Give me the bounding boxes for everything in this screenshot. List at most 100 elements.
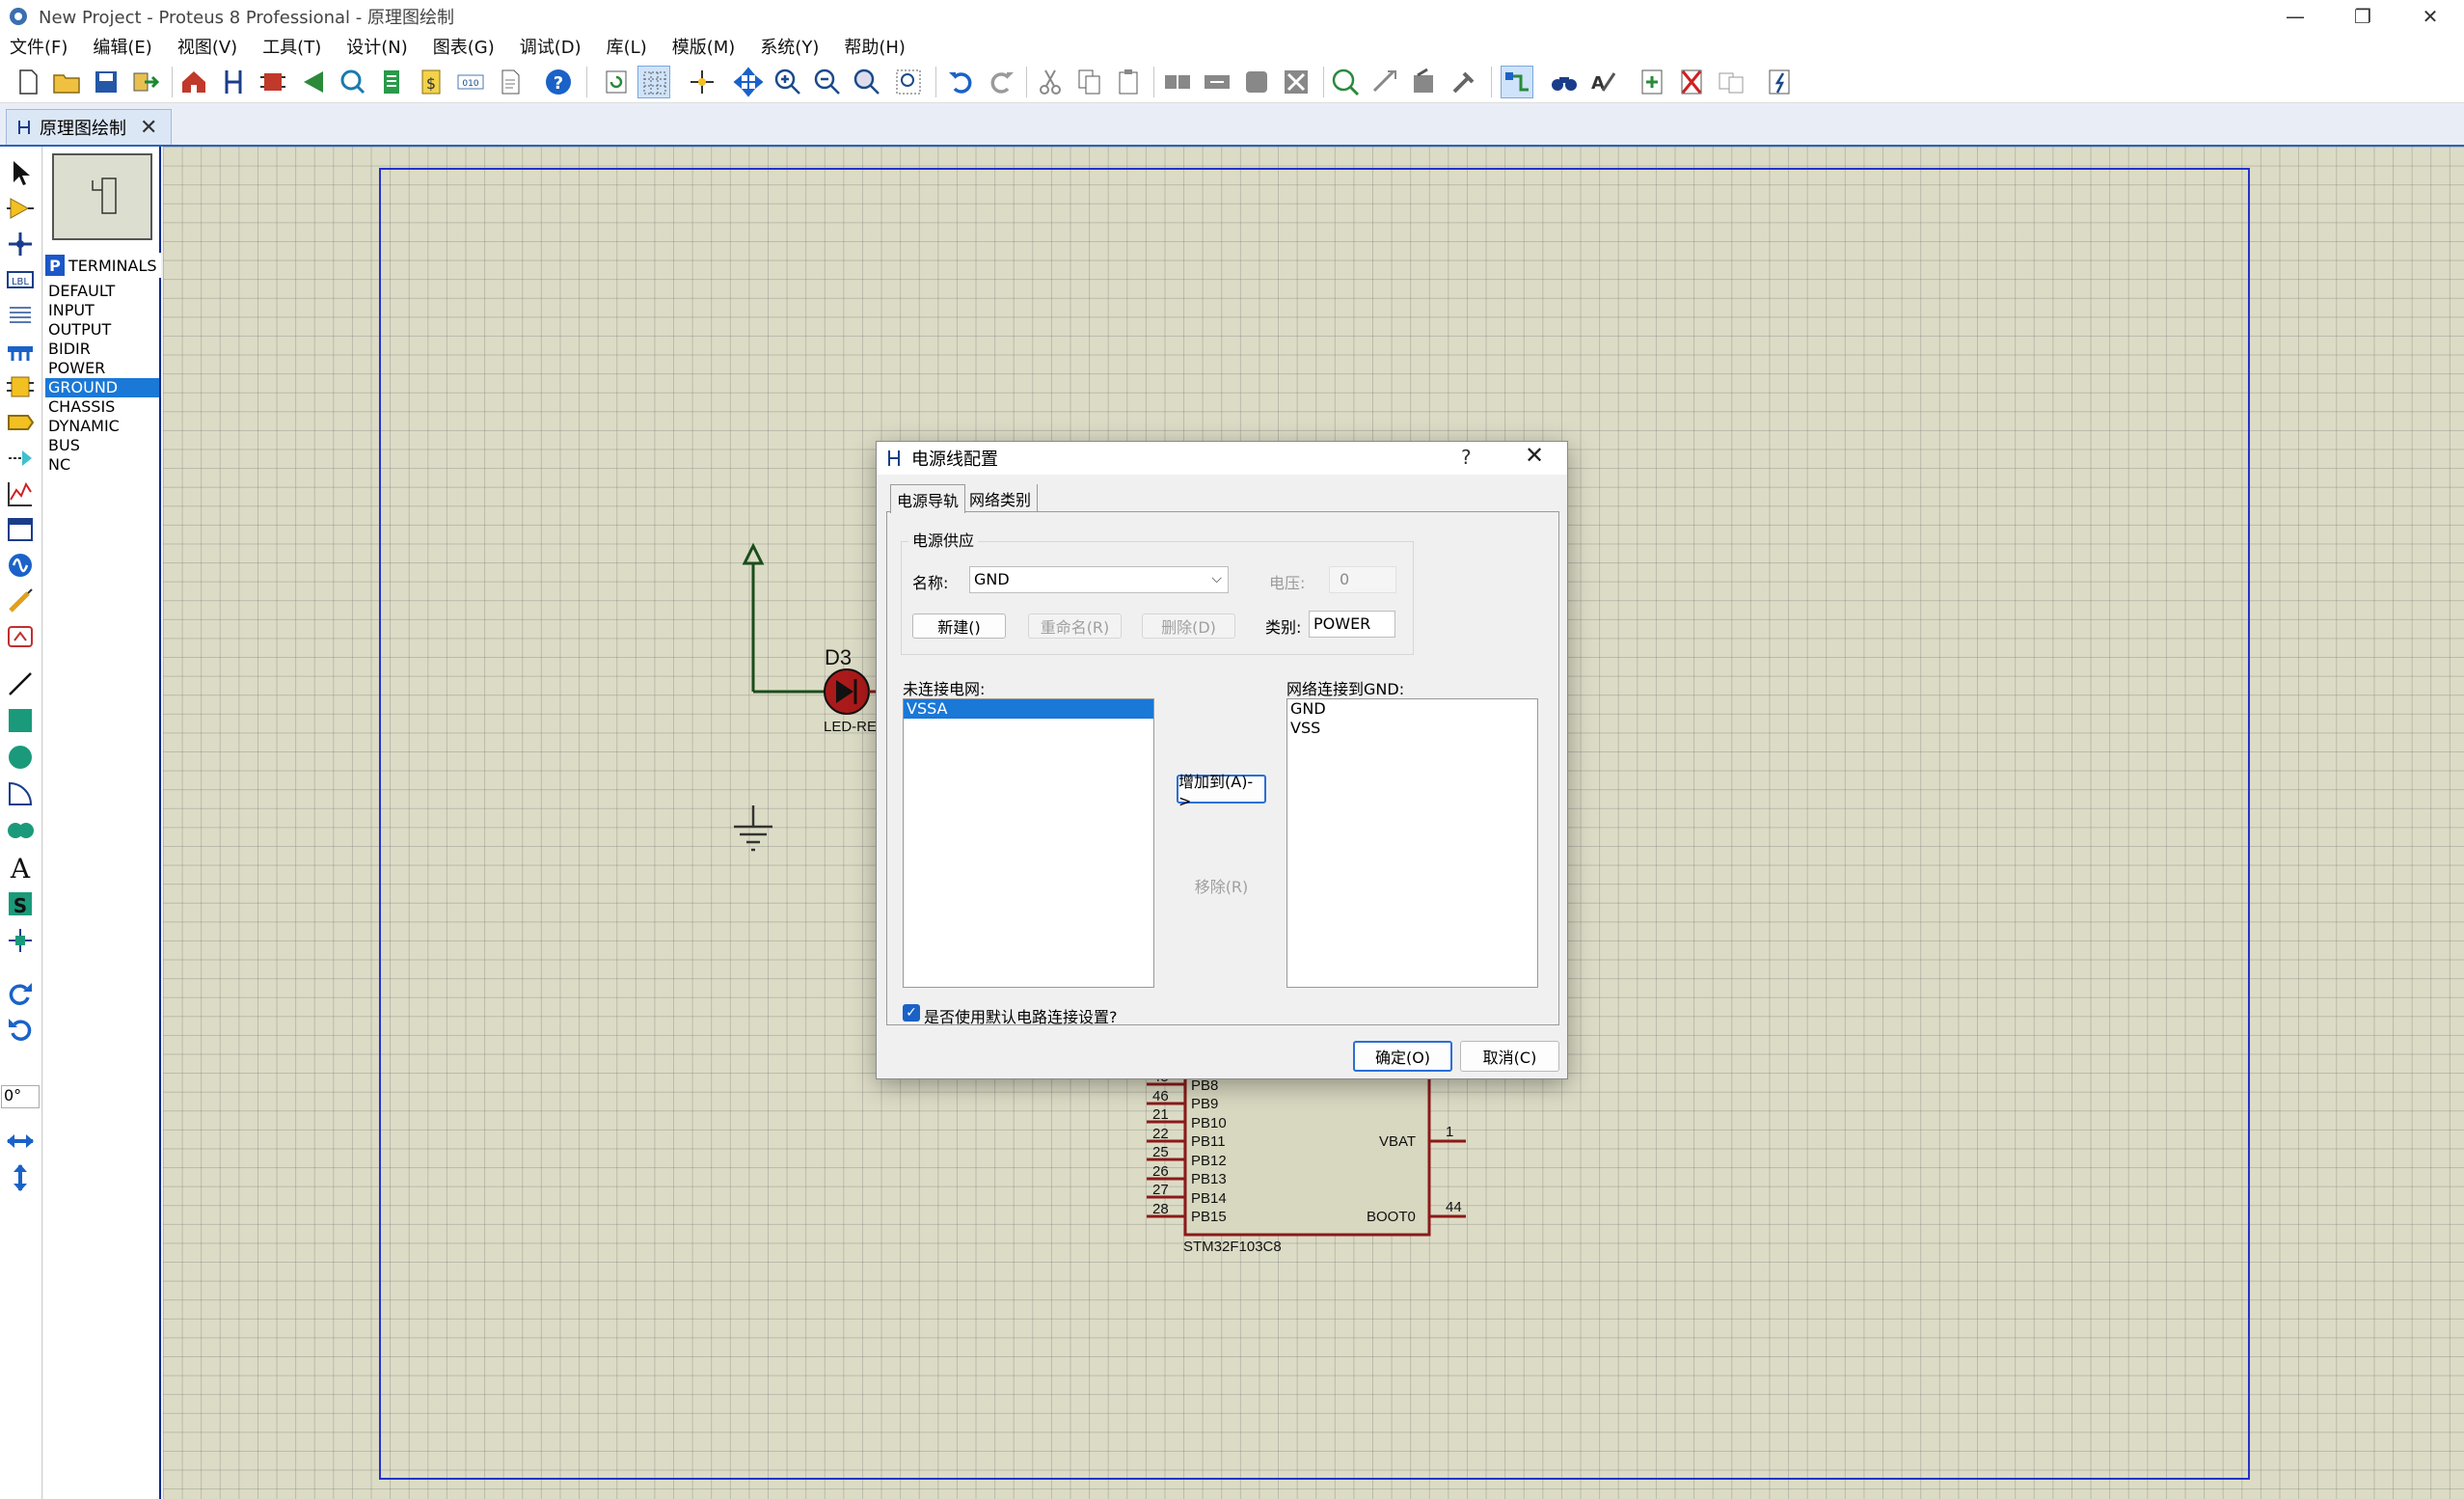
close-window-button[interactable]: ✕ bbox=[2396, 0, 2464, 32]
remove-button[interactable]: 移除(R) bbox=[1177, 871, 1266, 900]
menu-debug[interactable]: 调试(D) bbox=[520, 34, 582, 59]
selection-mode-icon[interactable] bbox=[3, 156, 38, 189]
search-tag-icon[interactable] bbox=[1548, 66, 1581, 98]
3d-viewer-icon[interactable] bbox=[336, 66, 368, 98]
box-mode-icon[interactable] bbox=[3, 704, 38, 737]
home-icon[interactable] bbox=[177, 66, 210, 98]
zoom-in-icon[interactable] bbox=[772, 66, 804, 98]
delete-rail-button[interactable]: 删除(D) bbox=[1142, 613, 1235, 639]
generator-mode-icon[interactable] bbox=[3, 549, 38, 582]
list-item[interactable]: OUTPUT bbox=[45, 320, 159, 340]
bus-mode-icon[interactable] bbox=[3, 335, 38, 368]
new-rail-button[interactable]: 新建() bbox=[912, 613, 1006, 639]
new-sheet-icon[interactable] bbox=[1636, 66, 1668, 98]
cut-icon[interactable] bbox=[1034, 66, 1067, 98]
arc-mode-icon[interactable] bbox=[3, 777, 38, 810]
menu-help[interactable]: 帮助(H) bbox=[844, 34, 906, 59]
notes-icon[interactable] bbox=[494, 66, 527, 98]
schematic-capture-icon[interactable] bbox=[217, 66, 250, 98]
paste-icon[interactable] bbox=[1113, 66, 1146, 98]
restore-button[interactable]: ❐ bbox=[2329, 0, 2396, 32]
list-item[interactable]: CHASSIS bbox=[45, 397, 159, 417]
mirror-horizontal-icon[interactable] bbox=[3, 1125, 38, 1158]
pan-icon[interactable] bbox=[732, 66, 765, 98]
tab-close-icon[interactable]: ✕ bbox=[140, 116, 157, 140]
pcb-layout-icon[interactable] bbox=[257, 66, 289, 98]
origin-icon[interactable] bbox=[686, 66, 718, 98]
overview-preview[interactable] bbox=[52, 153, 152, 240]
power-name-select[interactable]: GND ⌵ bbox=[969, 566, 1229, 593]
undo-icon[interactable] bbox=[945, 66, 978, 98]
menu-library[interactable]: 库(L) bbox=[607, 34, 647, 59]
remove-sheet-icon[interactable] bbox=[1675, 66, 1708, 98]
zoom-out-icon[interactable] bbox=[811, 66, 844, 98]
dialog-close-button[interactable]: ✕ bbox=[1525, 442, 1544, 469]
menu-edit[interactable]: 编辑(E) bbox=[93, 34, 151, 59]
text-mode-icon[interactable]: A bbox=[3, 851, 38, 884]
menu-template[interactable]: 模版(M) bbox=[672, 34, 736, 59]
menu-view[interactable]: 视图(V) bbox=[177, 34, 237, 59]
property-assignment-icon[interactable]: A bbox=[1587, 66, 1620, 98]
list-item-selected[interactable]: GROUND bbox=[45, 378, 159, 397]
list-item[interactable]: POWER bbox=[45, 359, 159, 378]
new-file-icon[interactable] bbox=[12, 66, 44, 98]
menu-system[interactable]: 系统(Y) bbox=[760, 34, 819, 59]
block-move-icon[interactable] bbox=[1201, 66, 1233, 98]
circle-mode-icon[interactable] bbox=[3, 741, 38, 774]
open-folder-icon[interactable] bbox=[50, 66, 83, 98]
ground-terminal[interactable] bbox=[734, 805, 772, 852]
list-item[interactable]: BUS bbox=[45, 436, 159, 455]
menu-graph[interactable]: 图表(G) bbox=[433, 34, 495, 59]
list-item[interactable]: BIDIR bbox=[45, 340, 159, 359]
refresh-icon[interactable] bbox=[600, 66, 633, 98]
text-script-mode-icon[interactable] bbox=[3, 299, 38, 332]
exit-to-parent-icon[interactable] bbox=[1715, 66, 1747, 98]
rotate-anticlockwise-icon[interactable] bbox=[3, 1014, 38, 1047]
copy-icon[interactable] bbox=[1073, 66, 1106, 98]
pick-from-library-icon[interactable] bbox=[1329, 66, 1362, 98]
symbol-mode-icon[interactable]: S bbox=[3, 887, 38, 920]
source-code-icon[interactable]: 010 bbox=[454, 66, 487, 98]
block-delete-icon[interactable] bbox=[1280, 66, 1313, 98]
cost-icon[interactable]: $ bbox=[415, 66, 447, 98]
list-item[interactable]: NC bbox=[45, 455, 159, 475]
pick-devices-button[interactable]: P bbox=[45, 255, 65, 276]
terminals-mode-icon[interactable] bbox=[3, 406, 38, 439]
class-field[interactable]: POWER bbox=[1309, 611, 1395, 638]
rename-rail-button[interactable]: 重命名(R) bbox=[1028, 613, 1122, 639]
component-mode-icon[interactable] bbox=[3, 192, 38, 225]
voltage-probe-mode-icon[interactable] bbox=[3, 585, 38, 617]
list-item[interactable]: DEFAULT bbox=[45, 282, 159, 301]
subcircuit-mode-icon[interactable] bbox=[3, 370, 38, 403]
save-icon[interactable] bbox=[90, 66, 122, 98]
zoom-area-icon[interactable] bbox=[892, 66, 925, 98]
redo-icon[interactable] bbox=[985, 66, 1017, 98]
ok-button[interactable]: 确定(O) bbox=[1353, 1041, 1452, 1072]
help-icon[interactable]: ? bbox=[542, 66, 575, 98]
menu-design[interactable]: 设计(N) bbox=[346, 34, 408, 59]
tab-net-class[interactable]: 网络类别 bbox=[963, 484, 1039, 511]
menu-tools[interactable]: 工具(T) bbox=[262, 34, 321, 59]
rotate-clockwise-icon[interactable] bbox=[3, 978, 38, 1011]
graph-mode-icon[interactable] bbox=[3, 477, 38, 510]
closed-path-mode-icon[interactable] bbox=[3, 814, 38, 847]
menu-file[interactable]: 文件(F) bbox=[10, 34, 68, 59]
tab-power-rails[interactable]: 电源导轨 bbox=[890, 484, 966, 513]
default-connection-checkbox[interactable]: ✓ bbox=[903, 1004, 920, 1022]
tab-schematic-capture[interactable]: 原理图绘制 ✕ bbox=[6, 109, 172, 145]
cancel-button[interactable]: 取消(C) bbox=[1460, 1041, 1559, 1072]
wire-label-mode-icon[interactable]: LBL bbox=[3, 263, 38, 296]
dialog-help-button[interactable]: ? bbox=[1461, 446, 1472, 469]
packaging-tool-icon[interactable] bbox=[1408, 66, 1441, 98]
virtual-instruments-mode-icon[interactable] bbox=[3, 620, 38, 653]
voltage-field[interactable]: 0 bbox=[1329, 566, 1396, 593]
unconnected-nets-list[interactable]: VSSA bbox=[903, 698, 1154, 988]
rotation-angle-field[interactable]: 0° bbox=[1, 1085, 40, 1108]
line-mode-icon[interactable] bbox=[3, 668, 38, 700]
minimize-button[interactable]: — bbox=[2261, 0, 2329, 32]
list-item-selected[interactable]: VSSA bbox=[904, 699, 1153, 719]
marker-mode-icon[interactable] bbox=[3, 924, 38, 957]
device-pins-mode-icon[interactable] bbox=[3, 442, 38, 475]
decompose-icon[interactable] bbox=[1448, 66, 1480, 98]
list-item[interactable]: VSS bbox=[1287, 719, 1537, 738]
